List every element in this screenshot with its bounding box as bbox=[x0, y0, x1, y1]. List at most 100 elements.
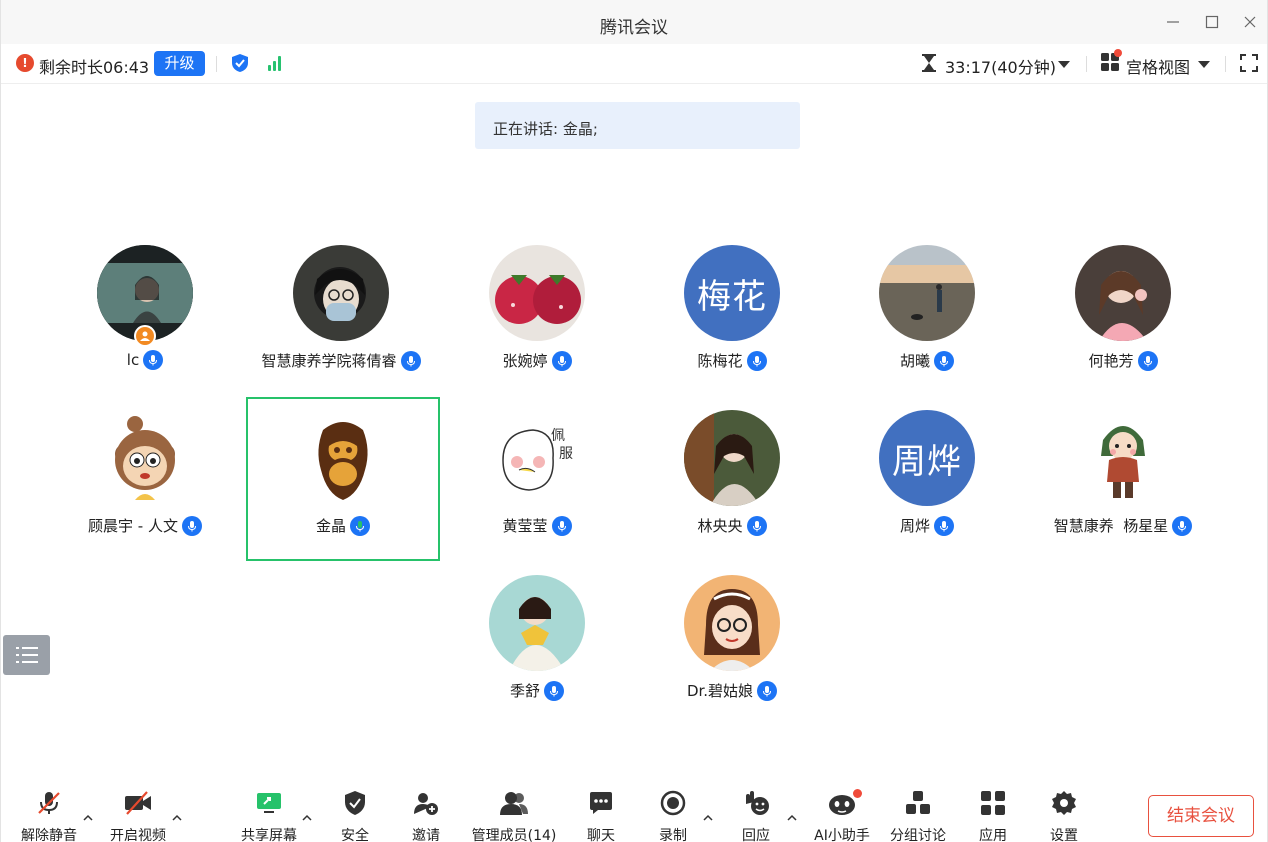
security-button[interactable]: 安全 bbox=[315, 780, 395, 842]
chevron-up-icon[interactable] bbox=[787, 813, 797, 823]
close-icon[interactable] bbox=[1238, 12, 1262, 32]
participant-tile[interactable]: 梅花 陈梅花 bbox=[635, 245, 829, 409]
mic-icon bbox=[400, 350, 421, 371]
participant-name-row: lc bbox=[48, 350, 242, 370]
raise-hand-icon bbox=[741, 788, 771, 818]
shield-icon[interactable] bbox=[230, 53, 250, 77]
settings-icon bbox=[1049, 788, 1079, 818]
participant-name-row: 胡曦 bbox=[830, 350, 1024, 371]
chevron-down-icon[interactable] bbox=[1058, 61, 1070, 68]
video-button[interactable]: 开启视频 bbox=[98, 780, 178, 842]
mic-icon bbox=[1137, 350, 1158, 371]
chat-button[interactable]: 聊天 bbox=[561, 780, 641, 842]
view-mode-label[interactable]: 宫格视图 bbox=[1126, 54, 1190, 78]
avatar: 梅花 bbox=[684, 245, 780, 341]
speaking-banner: 正在讲话: 金晶; bbox=[475, 102, 800, 149]
avatar: 佩服 bbox=[489, 410, 585, 506]
participant-name-row: 顾晨宇 - 人文 bbox=[48, 515, 242, 536]
participant-name-row: 智慧康养学院蒋倩睿 bbox=[244, 350, 438, 371]
breakout-icon bbox=[903, 788, 933, 818]
share-screen-button[interactable]: 共享屏幕 bbox=[229, 780, 309, 842]
record-button[interactable]: 录制 bbox=[633, 780, 713, 842]
end-meeting-button[interactable]: 结束会议 bbox=[1148, 795, 1254, 837]
apps-icon bbox=[978, 788, 1008, 818]
participant-tile[interactable]: 林央央 bbox=[635, 410, 829, 574]
avatar bbox=[295, 410, 391, 506]
participant-name-row: 金晶 bbox=[248, 515, 438, 536]
participant-name: 黄莹莹 bbox=[502, 517, 548, 535]
avatar bbox=[489, 245, 585, 341]
invite-button[interactable]: 邀请 bbox=[386, 780, 466, 842]
list-icon[interactable] bbox=[3, 635, 50, 675]
participant-name-row: 周烨 bbox=[830, 515, 1024, 536]
unmute-label: 解除静音 bbox=[21, 828, 77, 842]
breakout-label: 分组讨论 bbox=[890, 828, 946, 842]
share-screen-label: 共享屏幕 bbox=[241, 828, 297, 842]
signal-icon[interactable] bbox=[268, 55, 281, 71]
participant-name-row: 智慧康养 杨星星 bbox=[1026, 515, 1220, 536]
record-label: 录制 bbox=[659, 828, 687, 842]
apps-button[interactable]: 应用 bbox=[953, 780, 1033, 842]
bottom-toolbar: 解除静音 开启视频 共享屏幕 安全 邀请 管理成员(14) 聊天 录制 回应 A… bbox=[1, 780, 1267, 842]
participant-name: 陈梅花 bbox=[697, 352, 743, 370]
invite-label: 邀请 bbox=[412, 828, 440, 842]
participant-tile[interactable]: 张婉婷 bbox=[440, 245, 634, 409]
status-bar: ! 剩余时长06:43 升级 33:17(40分钟) 宫格视图 bbox=[1, 44, 1267, 84]
mic-icon bbox=[1172, 515, 1193, 536]
participant-tile[interactable]: Dr.碧姑娘 bbox=[635, 575, 829, 739]
participant-tile[interactable]: 季舒 bbox=[440, 575, 634, 739]
fullscreen-icon[interactable] bbox=[1240, 54, 1258, 72]
divider bbox=[216, 56, 217, 72]
avatar bbox=[684, 410, 780, 506]
chevron-up-icon[interactable] bbox=[172, 813, 182, 823]
unmute-button[interactable]: 解除静音 bbox=[9, 780, 89, 842]
minimize-icon[interactable] bbox=[1161, 12, 1185, 32]
maximize-icon[interactable] bbox=[1200, 12, 1224, 32]
participant-name: 林央央 bbox=[697, 517, 743, 535]
avatar bbox=[684, 575, 780, 671]
participant-name-row: 黄莹莹 bbox=[440, 515, 634, 536]
meeting-window: 腾讯会议 ! 剩余时长06:43 升级 33:17(40分钟) 宫格视图 正在讲… bbox=[0, 0, 1268, 842]
participant-tile-active[interactable]: 金晶 bbox=[246, 397, 440, 561]
mic-icon bbox=[757, 680, 778, 701]
avatar: 周烨 bbox=[879, 410, 975, 506]
chevron-up-icon[interactable] bbox=[83, 813, 93, 823]
participant-tile[interactable]: 智慧康养学院蒋倩睿 bbox=[244, 245, 438, 409]
meeting-timer[interactable]: 33:17(40分钟) bbox=[945, 54, 1056, 78]
participant-name-row: 林央央 bbox=[635, 515, 829, 536]
info-icon: ! bbox=[16, 54, 34, 72]
participant-tile[interactable]: lc bbox=[48, 245, 242, 409]
upgrade-button[interactable]: 升级 bbox=[154, 51, 205, 76]
chevron-down-icon[interactable] bbox=[1198, 61, 1210, 68]
chevron-up-icon[interactable] bbox=[703, 813, 713, 823]
participant-name: lc bbox=[126, 351, 140, 369]
participant-tile[interactable]: 佩服 黄莹莹 bbox=[440, 410, 634, 574]
react-button[interactable]: 回应 bbox=[716, 780, 796, 842]
participant-tile[interactable]: 胡曦 bbox=[830, 245, 1024, 409]
host-icon bbox=[134, 325, 156, 347]
avatar bbox=[489, 575, 585, 671]
chat-label: 聊天 bbox=[587, 828, 615, 842]
manage-members-button[interactable]: 管理成员(14) bbox=[472, 780, 556, 842]
settings-button[interactable]: 设置 bbox=[1024, 780, 1104, 842]
mic-icon bbox=[181, 515, 202, 536]
record-icon bbox=[658, 788, 688, 818]
ai-assistant-button[interactable]: AI小助手 bbox=[802, 780, 882, 842]
participant-name: 智慧康养 杨星星 bbox=[1053, 517, 1169, 535]
participant-name-row: 季舒 bbox=[440, 680, 634, 701]
participant-tile[interactable]: 智慧康养 杨星星 bbox=[1026, 410, 1220, 574]
chat-icon bbox=[586, 788, 616, 818]
apps-label: 应用 bbox=[979, 828, 1007, 842]
participant-tile[interactable]: 顾晨宇 - 人文 bbox=[48, 410, 242, 574]
mic-icon bbox=[350, 515, 370, 536]
chevron-up-icon[interactable] bbox=[302, 813, 312, 823]
avatar bbox=[293, 245, 389, 341]
security-label: 安全 bbox=[341, 828, 369, 842]
participant-tile[interactable]: 何艳芳 bbox=[1026, 245, 1220, 409]
shield-icon bbox=[340, 788, 370, 818]
breakout-button[interactable]: 分组讨论 bbox=[878, 780, 958, 842]
avatar bbox=[879, 245, 975, 341]
participant-tile[interactable]: 周烨 周烨 bbox=[830, 410, 1024, 574]
mic-icon bbox=[746, 350, 767, 371]
participant-name-row: 张婉婷 bbox=[440, 350, 634, 371]
